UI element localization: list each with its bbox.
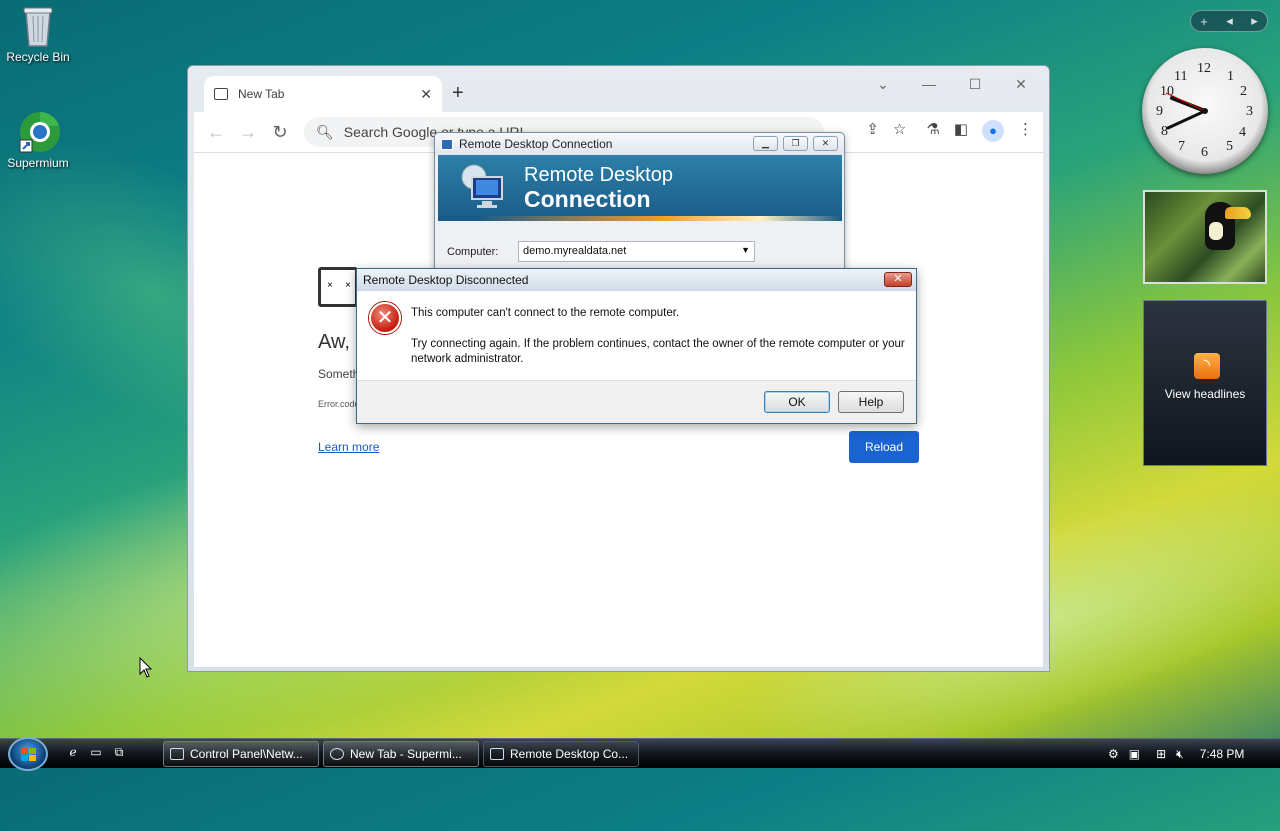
forward-arrow-icon[interactable]: → <box>232 122 264 143</box>
maximize-button[interactable]: ☐ <box>952 76 998 93</box>
computer-combobox[interactable]: demo.myrealdata.net ▼ <box>518 241 755 262</box>
add-gadget-icon[interactable]: + <box>1200 14 1208 29</box>
dialog-footer: OK Help <box>357 380 916 423</box>
volume-muted-icon[interactable]: 🔇︎ <box>1176 747 1184 762</box>
error-code: Error.code <box>318 399 360 409</box>
rdc-close-button[interactable]: ✕ <box>813 136 838 151</box>
dialog-titlebar[interactable]: Remote Desktop Disconnected <box>357 269 916 291</box>
desktop-icon-label: Recycle Bin <box>6 50 70 64</box>
disconnected-dialog: Remote Desktop Disconnected ✕ ✕ This com… <box>356 268 917 424</box>
feed-headlines-gadget[interactable]: ◝ View headlines <box>1143 300 1267 466</box>
start-button[interactable] <box>8 737 48 771</box>
desktop-icon-supermium[interactable]: Supermium <box>0 110 76 170</box>
recycle-bin-icon <box>18 4 58 48</box>
error-description: Someth <box>318 367 360 381</box>
close-window-button[interactable]: ✕ <box>998 76 1044 93</box>
toucan-chest <box>1209 222 1223 240</box>
desktop-icon-recycle-bin[interactable]: Recycle Bin <box>0 4 76 64</box>
rdc-minimize-button[interactable]: ▁ <box>753 136 778 151</box>
tray-app-icon[interactable]: ▣ <box>1129 747 1140 761</box>
toucan-beak <box>1225 207 1251 219</box>
switch-windows-icon[interactable]: ⧉ <box>110 745 128 761</box>
close-tab-icon[interactable]: ✕ <box>420 86 432 103</box>
rss-icon: ◝ <box>1194 353 1220 379</box>
system-tray: ⚙ ▣ ⊞ 🔇︎ 7:48 PM <box>1108 741 1278 767</box>
ok-button[interactable]: OK <box>764 391 830 413</box>
clock-hands-icon <box>1165 92 1208 130</box>
labs-flask-icon[interactable]: ⚗ <box>926 120 939 142</box>
learn-more-link[interactable]: Learn more <box>318 440 379 454</box>
taskbar-item-control-panel[interactable]: Control Panel\Netw... <box>163 741 319 767</box>
rdc-app-icon <box>441 138 453 150</box>
dropdown-arrow-icon[interactable]: ▼ <box>741 245 750 255</box>
reload-icon[interactable]: ↻ <box>264 122 296 143</box>
search-icon: 🔍︎ <box>316 123 334 140</box>
taskbar-item-label: Remote Desktop Co... <box>510 747 629 761</box>
safely-remove-icon[interactable]: ⚙ <box>1108 747 1119 761</box>
profile-avatar-icon[interactable]: ● <box>982 120 1004 142</box>
network-icon[interactable]: ⊞ <box>1156 747 1166 761</box>
taskbar-item-label: New Tab - Supermi... <box>350 747 462 761</box>
back-arrow-icon[interactable]: ← <box>200 122 232 143</box>
rdc-banner-accent <box>438 216 842 221</box>
tab-label: New Tab <box>238 87 285 101</box>
supermium-icon <box>18 110 60 154</box>
taskbar-item-label: Control Panel\Netw... <box>190 747 303 761</box>
menu-kebab-icon[interactable]: ⋮ <box>1018 120 1033 142</box>
taskbar-item-supermium[interactable]: New Tab - Supermi... <box>323 741 479 767</box>
mouse-cursor-icon <box>139 657 153 678</box>
rdc-small-icon <box>490 748 504 760</box>
clock-gadget[interactable]: 12 1 2 3 4 5 6 7 8 9 10 11 <box>1142 48 1268 174</box>
slideshow-gadget[interactable] <box>1143 190 1267 284</box>
supermium-small-icon <box>330 748 344 760</box>
dialog-title: Remote Desktop Disconnected <box>363 273 529 287</box>
new-tab-button[interactable]: + <box>452 82 464 105</box>
side-panel-icon[interactable]: ◧ <box>954 120 968 142</box>
rdc-window: Remote Desktop Connection ▁ ❐ ✕ Remote D… <box>434 132 845 272</box>
sidebar-controls: + ◂ ▸ <box>1190 10 1268 32</box>
control-panel-icon <box>170 748 184 760</box>
windows-logo-icon <box>21 748 36 761</box>
computer-value: demo.myrealdata.net <box>523 245 627 257</box>
toolbar-icons: ⇪ ☆ ⚗ ◧ ● ⋮ <box>866 120 1033 142</box>
clock-time[interactable]: 7:48 PM <box>1200 747 1245 761</box>
rdc-banner: Remote Desktop Connection <box>438 155 842 221</box>
rdc-title-text: Remote Desktop Connection <box>459 137 613 151</box>
sad-tab-icon: × × <box>318 267 358 307</box>
help-button[interactable]: Help <box>838 391 904 413</box>
rdc-restore-button[interactable]: ❐ <box>783 136 808 151</box>
rdc-banner-line1: Remote Desktop <box>524 164 673 186</box>
computer-label: Computer: <box>447 246 499 258</box>
dialog-close-button[interactable]: ✕ <box>884 272 912 287</box>
rdc-monitor-icon <box>461 164 503 208</box>
share-icon[interactable]: ⇪ <box>866 120 879 142</box>
dialog-message-secondary: Try connecting again. If the problem con… <box>411 338 905 365</box>
error-icon: ✕ <box>369 302 401 334</box>
taskbar: ℯ ▭ ⧉ Control Panel\Netw... New Tab - Su… <box>0 737 1280 771</box>
minimize-button[interactable]: — <box>906 76 952 92</box>
error-heading: Aw, <box>318 331 350 353</box>
previous-icon[interactable]: ◂ <box>1226 13 1233 29</box>
dialog-message-primary: This computer can't connect to the remot… <box>411 307 680 319</box>
tab-new-tab[interactable]: New Tab ✕ <box>204 76 442 112</box>
reload-button[interactable]: Reload <box>849 431 919 463</box>
sad-tab-favicon-icon <box>214 88 228 100</box>
rdc-banner-line2: Connection <box>524 186 651 212</box>
tab-search-chevron-icon[interactable]: ⌄ <box>860 76 906 93</box>
view-headlines-label[interactable]: View headlines <box>1144 387 1266 401</box>
taskbar-item-remote-desktop[interactable]: Remote Desktop Co... <box>483 741 639 767</box>
next-icon[interactable]: ▸ <box>1251 13 1258 29</box>
bookmark-star-icon[interactable]: ☆ <box>893 120 906 142</box>
tab-strip: New Tab ✕ + ⌄ — ☐ ✕ <box>196 72 1041 112</box>
desktop-icon-label: Supermium <box>7 156 69 170</box>
internet-explorer-icon[interactable]: ℯ <box>64 745 82 761</box>
show-desktop-icon[interactable]: ▭ <box>87 745 105 761</box>
